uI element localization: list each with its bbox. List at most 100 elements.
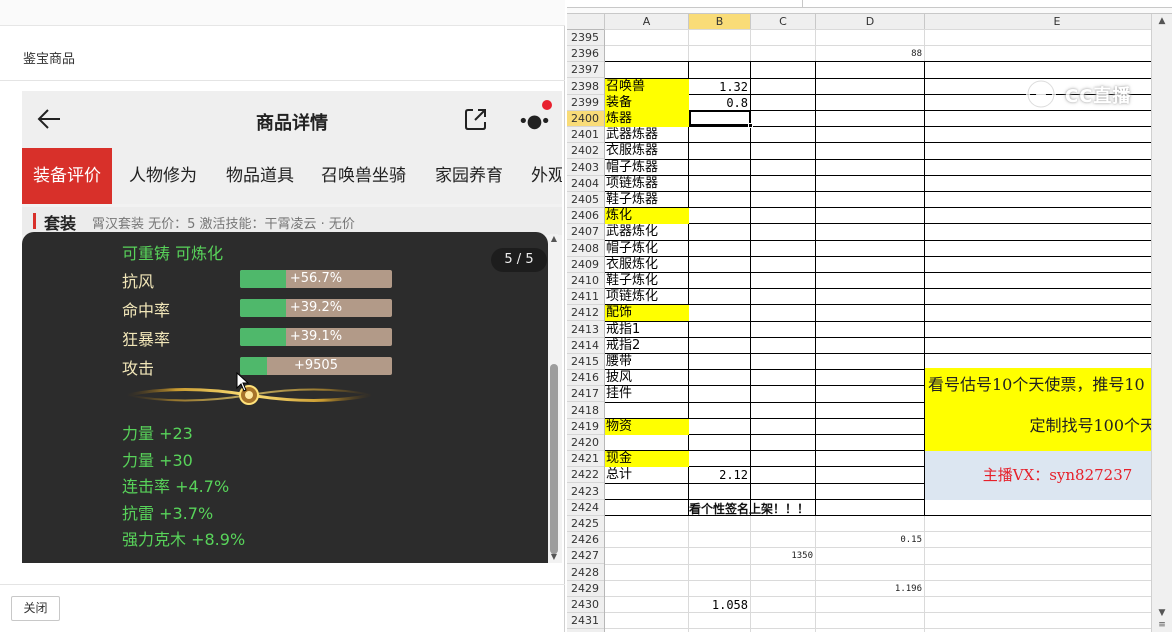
tab-4[interactable]: 召唤兽坐骑 xyxy=(310,148,417,204)
scroll-down-icon[interactable]: ▼ xyxy=(550,552,558,562)
cell-a[interactable]: 挂件 xyxy=(605,386,689,402)
row-header[interactable]: 2403 xyxy=(567,160,604,176)
split-grip-icon[interactable]: ≡ xyxy=(1156,620,1168,630)
sheet-vertical-scrollbar[interactable]: ▲ ▼ ≡ xyxy=(1151,14,1172,632)
cell-a[interactable]: 帽子炼器 xyxy=(605,160,689,176)
formula-input[interactable] xyxy=(803,0,1172,8)
tab-2[interactable]: 人物修为 xyxy=(118,148,208,204)
column-header-d[interactable]: D xyxy=(816,14,925,30)
row-header[interactable]: 2428 xyxy=(567,565,604,581)
cell-d[interactable]: 88 xyxy=(816,46,925,62)
row-header[interactable]: 2398 xyxy=(567,79,604,95)
row-header[interactable]: 2414 xyxy=(567,338,604,354)
cell-a[interactable]: 鞋子炼器 xyxy=(605,192,689,208)
name-box[interactable] xyxy=(567,0,803,8)
cell-a[interactable]: 衣服炼器 xyxy=(605,143,689,159)
cell-a[interactable]: 炼化 xyxy=(605,208,689,225)
cell-d[interactable]: 0.15 xyxy=(816,532,925,548)
row-header[interactable]: 2420 xyxy=(567,435,604,451)
cell-grid[interactable]: 召唤兽 装备 炼器 武器炼器 衣服炼器 帽子炼器 项链炼器 鞋子炼器 炼化 武器炼化 帽子炼化 衣服炼… xyxy=(605,29,1172,632)
row-header[interactable]: 2395 xyxy=(567,30,604,46)
cell-b[interactable]: 2.12 xyxy=(689,467,751,483)
row-header[interactable]: 2410 xyxy=(567,273,604,289)
popup-scrollbar[interactable]: ▲ ▼ xyxy=(550,234,558,562)
cell-c[interactable]: 1350 xyxy=(751,548,816,564)
row-header[interactable]: 2427 xyxy=(567,548,604,565)
column-header-e[interactable]: E xyxy=(925,14,1172,30)
cell-a[interactable]: 帽子炼化 xyxy=(605,241,689,257)
selected-cell-b2400[interactable] xyxy=(689,110,751,126)
fill-handle[interactable] xyxy=(748,123,753,128)
row-header[interactable]: 2426 xyxy=(567,532,604,549)
corner-cell[interactable] xyxy=(567,14,605,30)
cell-a[interactable]: 腰带 xyxy=(605,354,689,370)
row-header[interactable]: 2396 xyxy=(567,46,604,63)
row-header[interactable]: 2425 xyxy=(567,516,604,532)
row-header[interactable]: 2412 xyxy=(567,305,604,322)
close-button[interactable]: 关闭 xyxy=(11,596,60,621)
cell-a[interactable]: 戒指2 xyxy=(605,338,689,354)
row-header[interactable]: 2407 xyxy=(567,224,604,241)
row-header[interactable]: 2413 xyxy=(567,322,604,338)
tab-1[interactable]: 装备评价 xyxy=(22,148,112,204)
row-header[interactable]: 2399 xyxy=(567,95,604,111)
row-header[interactable]: 2419 xyxy=(567,419,604,435)
row-header[interactable]: 2406 xyxy=(567,208,604,225)
tab-6[interactable]: 外观 xyxy=(520,148,562,204)
cell-b[interactable]: 0.8 xyxy=(689,95,751,111)
scroll-down-icon[interactable]: ▼ xyxy=(1156,608,1168,620)
cell-a[interactable]: 戒指1 xyxy=(605,322,689,338)
cell-a[interactable]: 总计 xyxy=(605,467,689,483)
cell-a[interactable]: 召唤兽 xyxy=(605,78,689,95)
row-header[interactable]: 2431 xyxy=(567,613,604,630)
row-header[interactable]: 2400 xyxy=(567,111,604,127)
cell-a[interactable]: 装备 xyxy=(605,94,689,111)
row-header[interactable]: 2430 xyxy=(567,597,604,613)
row-header[interactable]: 2415 xyxy=(567,354,604,370)
tab-3[interactable]: 物品道具 xyxy=(215,148,305,204)
row-header[interactable]: 2402 xyxy=(567,143,604,160)
column-header-a[interactable]: A xyxy=(605,14,689,30)
scroll-thumb[interactable] xyxy=(550,364,558,554)
row-header[interactable]: 2401 xyxy=(567,127,604,144)
cell-a[interactable]: 武器炼化 xyxy=(605,224,689,240)
promo-cell-custom[interactable]: 定制找号100个天使票 xyxy=(925,401,1172,451)
cell-a[interactable]: 配饰 xyxy=(605,305,689,322)
row-header[interactable]: 2397 xyxy=(567,62,604,79)
cell-a[interactable]: 物资 xyxy=(605,418,689,435)
row-header[interactable]: 2405 xyxy=(567,192,604,208)
column-header-c[interactable]: C xyxy=(751,14,816,30)
row-header[interactable]: 2421 xyxy=(567,451,604,468)
signature-cell[interactable]: 看个性签名上架！！！ xyxy=(689,501,819,517)
cell-a[interactable]: 武器炼器 xyxy=(605,127,689,143)
row-header[interactable]: 2411 xyxy=(567,289,604,306)
cell-d[interactable]: 1.196 xyxy=(816,581,925,597)
row-header[interactable]: 2404 xyxy=(567,176,604,192)
row-header[interactable]: 2422 xyxy=(567,467,604,484)
more-icon[interactable]: •●• xyxy=(518,111,551,132)
cell-b[interactable]: 1.32 xyxy=(689,79,751,95)
cell-a[interactable]: 鞋子炼化 xyxy=(605,273,689,289)
cell-a[interactable]: 衣服炼化 xyxy=(605,257,689,273)
cell-a[interactable]: 炼器 xyxy=(605,111,689,127)
cell-a[interactable]: 披风 xyxy=(605,370,689,386)
row-header[interactable]: 2416 xyxy=(567,370,604,387)
row-header[interactable]: 2408 xyxy=(567,241,604,257)
promo-cell-contact[interactable]: 主播VX：syn827237 xyxy=(925,451,1172,500)
column-header-b[interactable]: B xyxy=(689,14,751,30)
scroll-up-icon[interactable]: ▲ xyxy=(550,234,558,244)
row-header[interactable]: 2409 xyxy=(567,257,604,273)
cell-a[interactable]: 项链炼器 xyxy=(605,176,689,192)
row-header[interactable]: 2418 xyxy=(567,403,604,419)
share-icon[interactable] xyxy=(463,106,489,132)
cell-b[interactable]: 1.058 xyxy=(689,597,751,613)
row-header[interactable]: 2424 xyxy=(567,500,604,516)
row-header[interactable]: 2423 xyxy=(567,484,604,500)
tab-5[interactable]: 家园养育 xyxy=(424,148,514,204)
cell-a[interactable]: 项链炼化 xyxy=(605,289,689,305)
row-header[interactable]: 2429 xyxy=(567,581,604,597)
promo-cell-appraisal[interactable]: 看号估号10个天使票，推号10 xyxy=(925,368,1172,401)
cell-a[interactable]: 现金 xyxy=(605,451,689,468)
row-header[interactable]: 2417 xyxy=(567,386,604,403)
scroll-up-icon[interactable]: ▲ xyxy=(1156,16,1168,28)
